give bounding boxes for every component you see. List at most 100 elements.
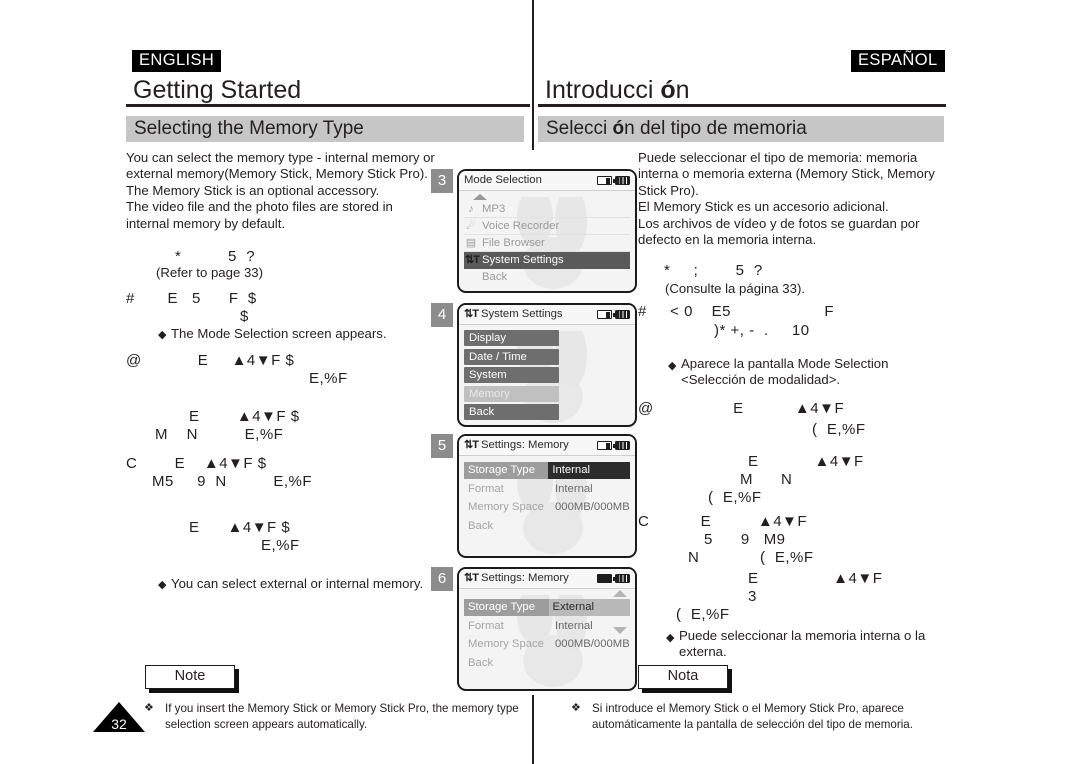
setting-value: Internal: [555, 482, 593, 495]
lcd-title: System Settings: [480, 308, 563, 320]
chapter-title-english: Getting Started: [133, 76, 302, 104]
step-text-es-5b: 5 9 M9: [704, 531, 786, 548]
bullet-diamond-icon-es-2: ◆: [666, 632, 675, 644]
menu-item-back[interactable]: Back: [464, 404, 559, 420]
setting-label: Storage Type: [464, 599, 549, 616]
step-text-en-6b: E,%F: [261, 537, 300, 554]
music-note-icon: ♪: [468, 203, 474, 215]
memory-card-filled-icon: [597, 574, 612, 583]
setting-row-back[interactable]: Back: [464, 655, 630, 672]
setting-row-memory-space[interactable]: Memory Space 000MB/000MB: [464, 636, 630, 653]
step-badge-5: 5: [431, 434, 453, 458]
step-text-en-3b: E,%F: [309, 370, 348, 387]
menu-item-date-time[interactable]: Date / Time: [464, 348, 559, 365]
lcd-body: Storage Type External Format Internal Me…: [459, 589, 635, 672]
section-title-spanish: Selecci ón del tipo de memoria: [538, 116, 944, 142]
menu-item-back[interactable]: Back: [464, 269, 630, 285]
setting-label: Back: [468, 519, 494, 532]
menu-item-system[interactable]: System: [464, 367, 559, 383]
menu-item-memory[interactable]: Memory: [464, 385, 559, 402]
step-text-es-2b: )* +, - . 10: [714, 322, 810, 339]
step-text-en-6: E ▲4▼F $: [189, 519, 291, 536]
step-badge-3: 3: [431, 169, 453, 193]
battery-icon: [612, 441, 630, 450]
step-text-es-3b: ( E,%F: [812, 421, 866, 438]
scroll-up-arrow-icon[interactable]: [613, 590, 627, 597]
settings-icon: ⇅T: [464, 439, 479, 451]
memory-card-icon: [597, 176, 612, 185]
menu-item-display[interactable]: Display: [464, 330, 559, 346]
battery-icon: [612, 574, 630, 583]
step-text-es-4: E ▲4▼F: [748, 453, 864, 470]
lcd-screen-settings-memory-external: ⇅T Settings: Memory Storage Type Externa…: [457, 567, 637, 691]
chapter-title-spanish-pre: Introducci: [545, 76, 661, 104]
menu-item-mp3[interactable]: ♪ MP3: [464, 201, 630, 218]
memory-card-icon: [597, 441, 612, 450]
step-text-es-4c: ( E,%F: [708, 489, 762, 506]
note-bullet-icon-english: ❖: [144, 702, 154, 714]
note-text-spanish: Si introduce el Memory Stick o el Memory…: [592, 702, 913, 731]
section-title-spanish-post: n del tipo de memoria: [624, 118, 807, 139]
header-rule-spanish: [538, 104, 946, 107]
language-tag-spanish: ESPAÑOL: [851, 50, 945, 73]
step-text-es-3: @ E ▲4▼F: [638, 400, 845, 417]
note-bullet-icon-spanish: ❖: [571, 702, 581, 714]
step-text-en-5b: M5 9 N E,%F: [152, 473, 313, 490]
menu-item-label: MP3: [482, 203, 506, 215]
menu-item-file-browser[interactable]: ▤ File Browser: [464, 235, 630, 252]
step-badge-4: 4: [431, 303, 453, 327]
menu-item-system-settings[interactable]: ⇅T System Settings: [464, 252, 630, 269]
step-text-en-2b: $: [240, 308, 249, 325]
bullet-diamond-icon-en-2: ◆: [158, 579, 167, 591]
setting-value[interactable]: External: [548, 599, 630, 616]
lcd-body: Display Date / Time System Memory Back: [459, 325, 635, 420]
setting-label: Back: [468, 656, 494, 669]
note-text-english: If you insert the Memory Stick or Memory…: [165, 702, 519, 731]
setting-value[interactable]: Internal: [548, 462, 630, 479]
lcd-screen-system-settings: ⇅T System Settings Display Date / Time S…: [457, 303, 637, 427]
menu-item-voice-recorder[interactable]: ☄ Voice Recorder: [464, 218, 630, 235]
step-badge-6: 6: [431, 567, 453, 591]
file-browser-icon: ▤: [465, 237, 477, 249]
step-text-es-1: * ; 5 ?: [664, 262, 763, 279]
settings-icon: ⇅T: [464, 308, 479, 320]
setting-row-memory-space[interactable]: Memory Space 000MB/000MB: [464, 499, 630, 516]
step-text-es-5c: N ( E,%F: [688, 549, 814, 566]
step-text-en-3: @ E ▲4▼F $: [126, 352, 295, 369]
step-text-es-6b: 3: [748, 588, 757, 605]
setting-row-storage-type[interactable]: Storage Type External: [464, 599, 630, 616]
lcd-screen-mode-selection: Mode Selection ♪ MP3 ☄ Voice Recorder ▤ …: [457, 169, 637, 293]
setting-row-format[interactable]: Format Internal: [464, 618, 630, 635]
setting-value: [552, 655, 555, 672]
section-title-spanish-pre: Selecci: [546, 118, 613, 139]
setting-value: Internal: [555, 619, 593, 632]
section-title-spanish-accent: ó: [612, 118, 625, 139]
setting-row-storage-type[interactable]: Storage Type Internal: [464, 462, 630, 479]
setting-row-back[interactable]: Back: [464, 518, 630, 535]
status-icon-group: [597, 441, 630, 450]
setting-label: Memory Space: [468, 501, 544, 513]
refer-page-english: (Refer to page 33): [156, 265, 264, 280]
setting-label: Storage Type: [464, 462, 549, 479]
scroll-down-arrow-icon[interactable]: [613, 627, 627, 634]
bullet-diamond-icon-en-1: ◆: [158, 329, 167, 341]
lcd-header: Mode Selection: [459, 171, 635, 191]
step-text-en-1: * 5 ?: [175, 248, 256, 265]
lcd-body: Storage Type Internal Format Internal Me…: [459, 456, 635, 535]
setting-label: Format: [468, 482, 504, 495]
setting-label: Format: [468, 619, 504, 632]
bullet-text-spanish-2: Puede seleccionar la memoria interna o l…: [679, 628, 926, 660]
step-text-es-6c: ( E,%F: [676, 606, 730, 623]
setting-value: [552, 518, 555, 535]
microphone-icon: ☄: [466, 220, 476, 232]
bullet-text-english-1: The Mode Selection screen appears.: [171, 326, 387, 341]
setting-row-format[interactable]: Format Internal: [464, 481, 630, 498]
chapter-title-spanish-post: n: [675, 76, 690, 104]
battery-icon: [612, 176, 630, 185]
menu-item-label: File Browser: [482, 237, 545, 249]
chapter-title-spanish: Introducci ón: [545, 76, 690, 105]
settings-icon: ⇅T: [464, 572, 479, 584]
lcd-title: Settings: Memory: [480, 439, 569, 451]
scroll-up-arrow-icon[interactable]: [473, 194, 487, 200]
step-text-en-5: C E ▲4▼F $: [126, 455, 267, 472]
